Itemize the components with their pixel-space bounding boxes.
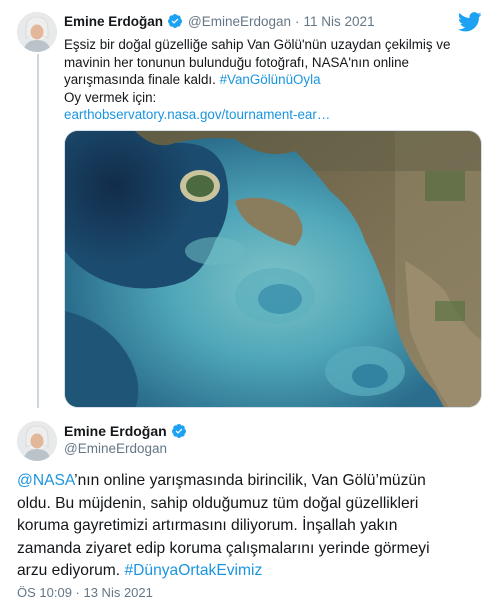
satellite-photo-van-lake[interactable] <box>64 130 482 408</box>
twitter-bird-icon[interactable] <box>457 12 482 32</box>
main-tweet-header: Emine Erdoğan @EmineErdogan <box>64 423 187 456</box>
text-line: Eşsiz bir doğal güzelliğe sahip Van Gölü… <box>64 37 451 52</box>
vote-line: Oy vermek için: <box>64 89 157 105</box>
author-name[interactable]: Emine Erdoğan <box>64 423 167 439</box>
avatar-photo <box>17 421 57 461</box>
text-line: koruma gayretimizi artırmasını diliyorum… <box>17 517 398 534</box>
text-line: yarışmasında finale kaldı. #VanGölünüOyl… <box>64 72 321 87</box>
author-handle[interactable]: @EmineErdogan <box>188 14 291 29</box>
tweet-date[interactable]: 11 Nis 2021 <box>304 14 375 29</box>
author-handle[interactable]: @EmineErdogan <box>64 441 187 456</box>
quoted-tweet-text: Eşsiz bir doğal güzelliğe sahip Van Gölü… <box>64 36 469 124</box>
avatar-photo <box>17 12 57 52</box>
text-line: arzu ediyorum. #DünyaOrtakEvimiz <box>17 562 263 579</box>
avatar[interactable] <box>17 12 57 52</box>
tweet-timestamp[interactable]: ÖS 10:09 · 13 Nis 2021 <box>17 585 153 600</box>
avatar[interactable] <box>17 421 57 461</box>
author-name[interactable]: Emine Erdoğan <box>64 14 163 29</box>
text-line: @NASA’nın online yarışmasında birincilik… <box>17 472 426 489</box>
thread-connector-line <box>37 54 39 408</box>
verified-badge-icon <box>167 13 183 29</box>
verified-badge-icon <box>171 423 187 439</box>
nasa-url-link[interactable]: earthobservatory.nasa.gov/tournament-ear… <box>64 107 330 122</box>
text-line: oldu. Bu müjdenin, sahip olduğumuz tüm d… <box>17 494 419 512</box>
quoted-tweet-header: Emine Erdoğan @EmineErdogan · 11 Nis 202… <box>64 13 375 29</box>
hashtag-link[interactable]: #VanGölünüOyla <box>220 72 321 87</box>
quoted-tweet[interactable]: Emine Erdoğan @EmineErdogan · 11 Nis 202… <box>0 0 496 408</box>
main-tweet-text: @NASA’nın online yarışmasında birincilik… <box>17 470 487 583</box>
hashtag-link[interactable]: #DünyaOrtakEvimiz <box>124 562 262 579</box>
mention-link[interactable]: @NASA <box>17 472 74 489</box>
text-line: zamanda ziyaret edip koruma çalışmaların… <box>17 539 430 557</box>
text-line: mavinin her tonunun bulunduğu fotoğrafı,… <box>64 54 409 70</box>
separator-dot: · <box>295 13 300 29</box>
